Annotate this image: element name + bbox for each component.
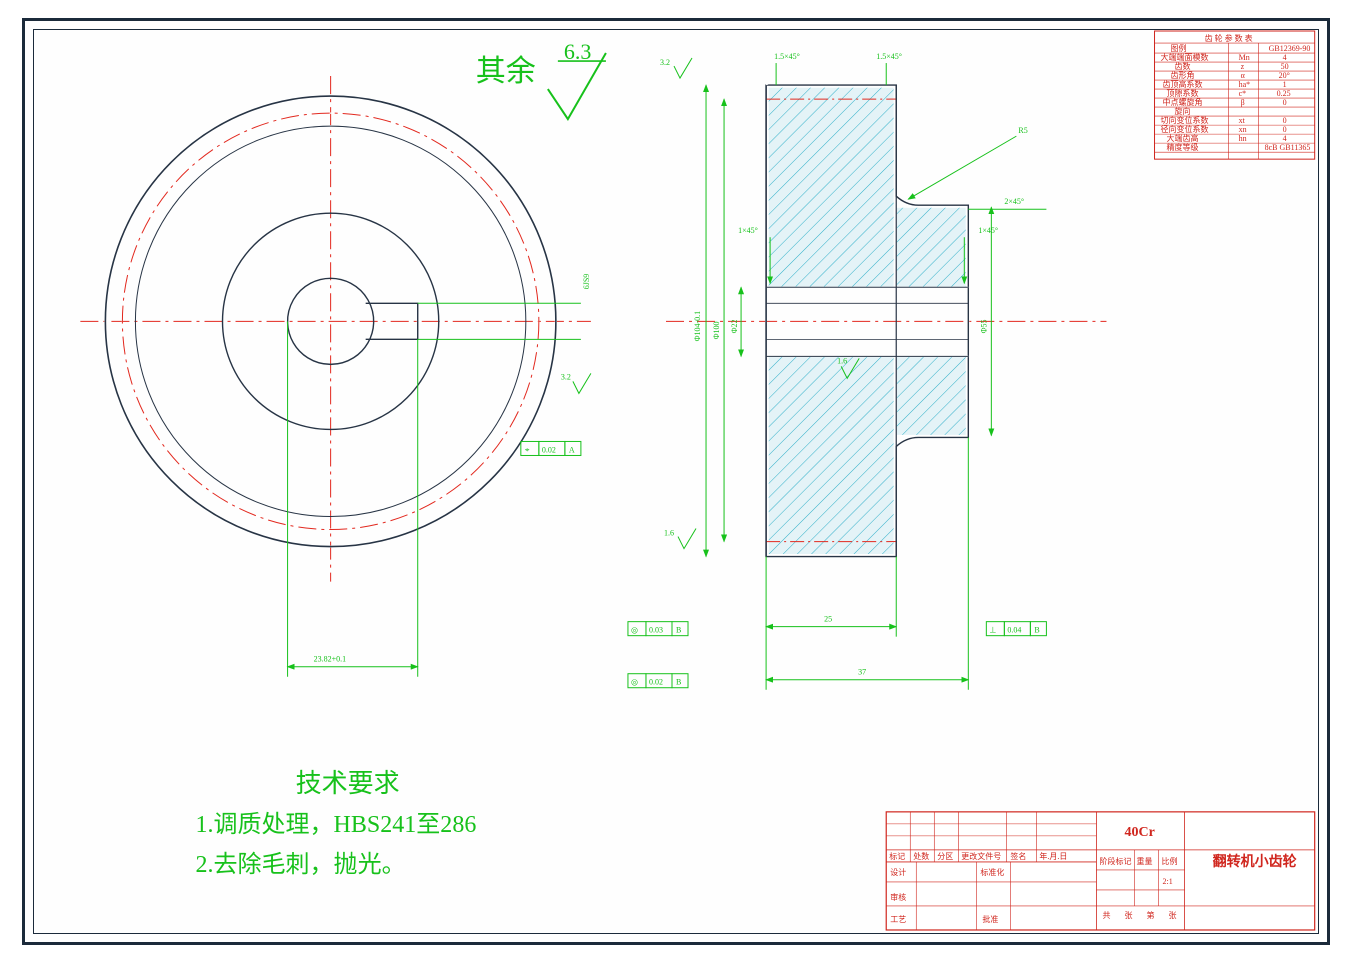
inner-frame [33, 29, 1319, 934]
drawing-frame: 6JS9 3.2 ⌖ 0.02 A [22, 18, 1330, 945]
